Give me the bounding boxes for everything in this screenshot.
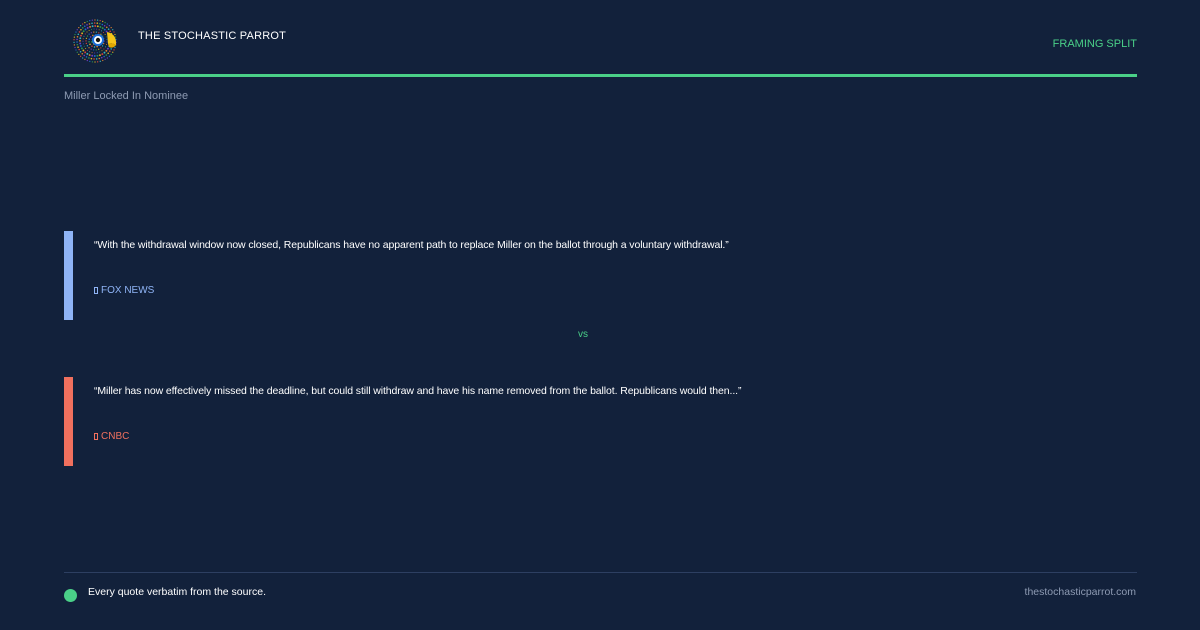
quote-text: “Miller has now effectively missed the d…	[94, 385, 742, 397]
quote-text: “With the withdrawal window now closed, …	[94, 239, 729, 251]
site-url: thestochasticparrot.com	[1024, 586, 1136, 598]
quote-accent-bar	[64, 231, 73, 320]
footer-divider	[64, 572, 1137, 573]
quote-source: CNBC	[94, 431, 129, 442]
footer-note: Every quote verbatim from the source.	[88, 586, 266, 598]
status-dot-icon	[64, 589, 77, 602]
header-divider	[64, 74, 1137, 77]
brand-name: THE STOCHASTIC PARROT	[138, 30, 287, 42]
quote-source: FOX NEWS	[94, 285, 154, 296]
source-name: CNBC	[101, 431, 130, 442]
source-name: FOX NEWS	[101, 285, 155, 296]
header: THE STOCHASTIC PARROT FRAMING SPLIT	[64, 16, 1137, 76]
story-topic: Miller Locked In Nominee	[64, 90, 189, 102]
quote-accent-bar	[64, 377, 73, 466]
quote-card-fox-news: “With the withdrawal window now closed, …	[64, 231, 1137, 320]
versus-separator: vs	[578, 329, 588, 340]
source-marker-icon	[94, 433, 98, 440]
framing-split-label: FRAMING SPLIT	[1052, 38, 1137, 50]
quote-card-cnbc: “Miller has now effectively missed the d…	[64, 377, 1137, 466]
source-marker-icon	[94, 287, 98, 294]
parrot-logo-icon	[73, 19, 117, 63]
